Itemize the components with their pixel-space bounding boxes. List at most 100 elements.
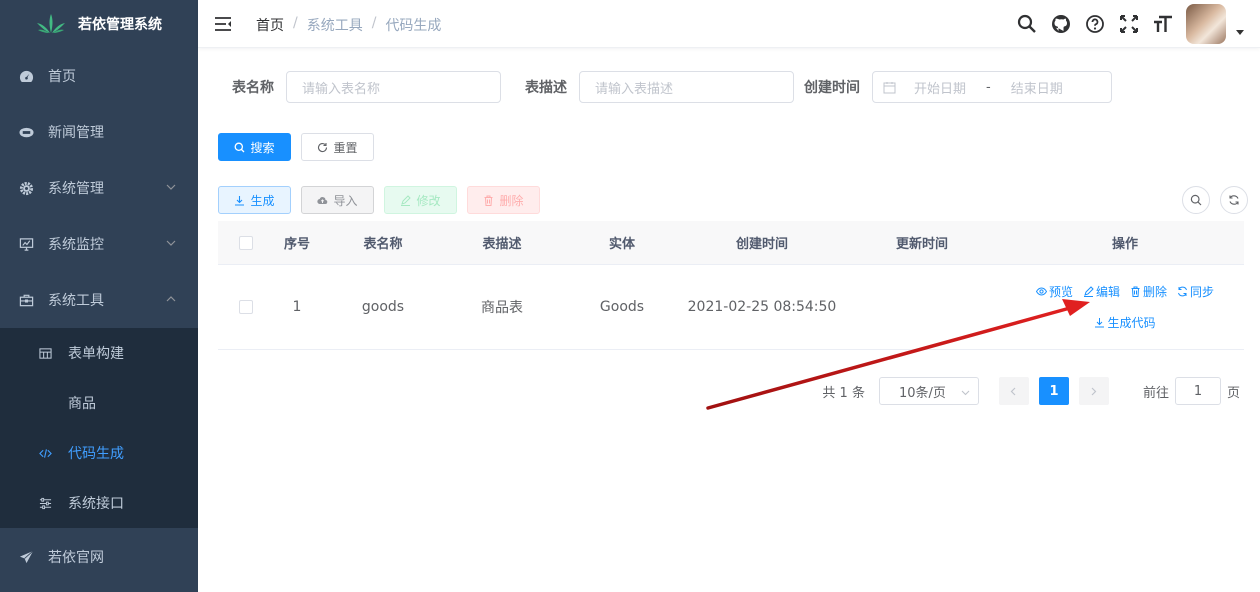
gear-icon xyxy=(18,180,34,196)
sidebar-item-goods[interactable]: 商品 xyxy=(0,378,198,428)
edit-icon xyxy=(401,194,412,206)
column-header: 实体 xyxy=(608,237,635,252)
preview-link[interactable]: 预览 xyxy=(1035,283,1073,300)
toggle-search-button[interactable] xyxy=(1182,186,1210,214)
sidebar-item-news[interactable]: 新闻管理 xyxy=(0,104,198,160)
sidebar-item-system-monitor[interactable]: 系统监控 xyxy=(0,216,198,272)
page-jumper: 前往 1 页 xyxy=(1143,377,1240,405)
chevron-down-icon xyxy=(961,390,970,396)
column-header: 操作 xyxy=(1111,237,1138,252)
caret-down-icon[interactable] xyxy=(1236,30,1244,35)
delete-link[interactable]: 删除 xyxy=(1130,283,1167,300)
chevron-up-icon xyxy=(166,296,176,302)
search-form: 表名称 请输入表名称 表描述 请输入表描述 创建时间 开始日期 - 结束日期 xyxy=(232,71,1112,103)
refresh-table-button[interactable] xyxy=(1220,186,1248,214)
sidebar-item-form-builder[interactable]: 表单构建 xyxy=(0,328,198,378)
sidebar-item-label: 系统监控 xyxy=(48,237,104,253)
table-desc-label: 表描述 xyxy=(525,80,567,96)
prev-page-button[interactable] xyxy=(998,377,1029,405)
sidebar-item-home[interactable]: 首页 xyxy=(0,48,198,104)
font-size-icon[interactable] xyxy=(1152,13,1174,35)
avatar[interactable] xyxy=(1186,4,1226,44)
goto-page-input[interactable]: 1 xyxy=(1174,377,1221,405)
table-desc-input[interactable]: 请输入表描述 xyxy=(579,71,794,103)
sliders-icon xyxy=(38,496,52,510)
sidebar-item-label: 代码生成 xyxy=(68,446,124,462)
table-row: 1 goods 商品表 Goods 2021-02-25 08:54:50 预览… xyxy=(218,265,1244,350)
search-button[interactable]: 搜索 xyxy=(218,133,291,161)
sidebar-item-system-tools[interactable]: 系统工具 xyxy=(0,272,198,328)
logo[interactable]: 若依管理系统 xyxy=(0,0,198,48)
calendar-icon xyxy=(883,81,896,93)
submenu-system-tools: 表单构建 商品 代码生成 系统接口 xyxy=(0,328,198,528)
end-date-input[interactable]: 结束日期 xyxy=(1011,78,1063,97)
search-icon xyxy=(235,142,245,152)
row-index: 1 xyxy=(292,299,302,315)
row-entity: Goods xyxy=(599,299,645,315)
generate-button[interactable]: 生成 xyxy=(218,186,291,214)
question-icon[interactable] xyxy=(1084,13,1106,35)
row-table-desc: 商品表 xyxy=(481,300,523,316)
date-range-picker[interactable]: 开始日期 - 结束日期 xyxy=(872,71,1112,103)
fullscreen-icon[interactable] xyxy=(1118,13,1140,35)
breadcrumb-home[interactable]: 首页 xyxy=(256,15,284,35)
sidebar-item-label: 若依官网 xyxy=(48,550,104,566)
refresh-icon xyxy=(1178,286,1187,297)
download-icon xyxy=(235,195,245,206)
edit-link[interactable]: 编辑 xyxy=(1083,283,1120,300)
monitor-icon xyxy=(18,236,34,252)
row-checkbox[interactable] xyxy=(239,300,253,314)
breadcrumb-code-gen: 代码生成 xyxy=(385,18,442,34)
sidebar-item-system-api[interactable]: 系统接口 xyxy=(0,478,198,528)
toolbox-icon xyxy=(18,292,34,308)
column-header: 更新时间 xyxy=(895,237,948,252)
column-header: 表描述 xyxy=(482,237,522,252)
sidebar-item-label: 新闻管理 xyxy=(48,125,104,141)
sync-link[interactable]: 同步 xyxy=(1177,283,1214,300)
refresh-icon xyxy=(1229,195,1239,205)
page-size-select[interactable]: 10条/页 xyxy=(878,377,979,405)
breadcrumb: 首页 / 系统工具 / 代码生成 xyxy=(256,15,442,35)
form-icon xyxy=(38,346,52,360)
search-icon[interactable] xyxy=(1016,13,1038,35)
gen-table: 序号 表名称 表描述 实体 创建时间 更新时间 操作 1 goods 商品表 G… xyxy=(218,221,1244,350)
sidebar-item-label: 商品 xyxy=(68,396,96,412)
pagination-total: 共 1 条 xyxy=(822,385,865,401)
row-create-time: 2021-02-25 08:54:50 xyxy=(687,299,837,315)
table-name-label: 表名称 xyxy=(232,80,274,96)
next-page-button[interactable] xyxy=(1078,377,1109,405)
trash-icon xyxy=(484,195,493,206)
edit-button: 修改 xyxy=(384,186,457,214)
import-button[interactable]: 导入 xyxy=(301,186,374,214)
send-icon xyxy=(18,549,34,565)
generate-code-link[interactable]: 生成代码 xyxy=(1094,314,1156,331)
pagination: 共 1 条 10条/页 1 前往 1 页 xyxy=(822,377,1240,405)
sidebar: 若依管理系统 首页 新闻管理 系统管理 系统监控 系统工具 表单构建 商品 代码… xyxy=(0,0,198,592)
dashboard-icon xyxy=(18,68,34,84)
sidebar-item-system-manage[interactable]: 系统管理 xyxy=(0,160,198,216)
column-header: 序号 xyxy=(283,237,310,252)
page-number-current[interactable]: 1 xyxy=(1038,377,1069,405)
row-table-name: goods xyxy=(361,299,405,315)
reset-button[interactable]: 重置 xyxy=(301,133,374,161)
delete-button: 删除 xyxy=(467,186,540,214)
range-separator: - xyxy=(986,79,991,95)
github-icon[interactable] xyxy=(1050,13,1072,35)
start-date-input[interactable]: 开始日期 xyxy=(914,78,966,97)
chevron-left-icon xyxy=(1011,387,1016,395)
top-navbar: 首页 / 系统工具 / 代码生成 xyxy=(198,0,1260,48)
select-all-checkbox[interactable] xyxy=(239,235,253,250)
sidebar-item-code-gen[interactable]: 代码生成 xyxy=(0,428,198,478)
hamburger-icon[interactable] xyxy=(214,15,232,33)
sidebar-item-official-site[interactable]: 若依官网 xyxy=(0,528,198,586)
page-unit-label: 页 xyxy=(1226,385,1240,401)
sidebar-item-label: 系统管理 xyxy=(48,181,104,197)
main-content: 表名称 请输入表名称 表描述 请输入表描述 创建时间 开始日期 - 结束日期 搜… xyxy=(198,49,1260,592)
sidebar-item-label: 首页 xyxy=(48,69,76,85)
row-actions: 预览 编辑 删除 同步 生成代码 xyxy=(1006,283,1244,331)
edit-icon xyxy=(1083,286,1094,297)
chevron-down-icon xyxy=(166,184,176,190)
eye-icon xyxy=(1035,287,1047,296)
table-name-input[interactable]: 请输入表名称 xyxy=(286,71,501,103)
sidebar-item-label: 系统工具 xyxy=(48,293,104,309)
